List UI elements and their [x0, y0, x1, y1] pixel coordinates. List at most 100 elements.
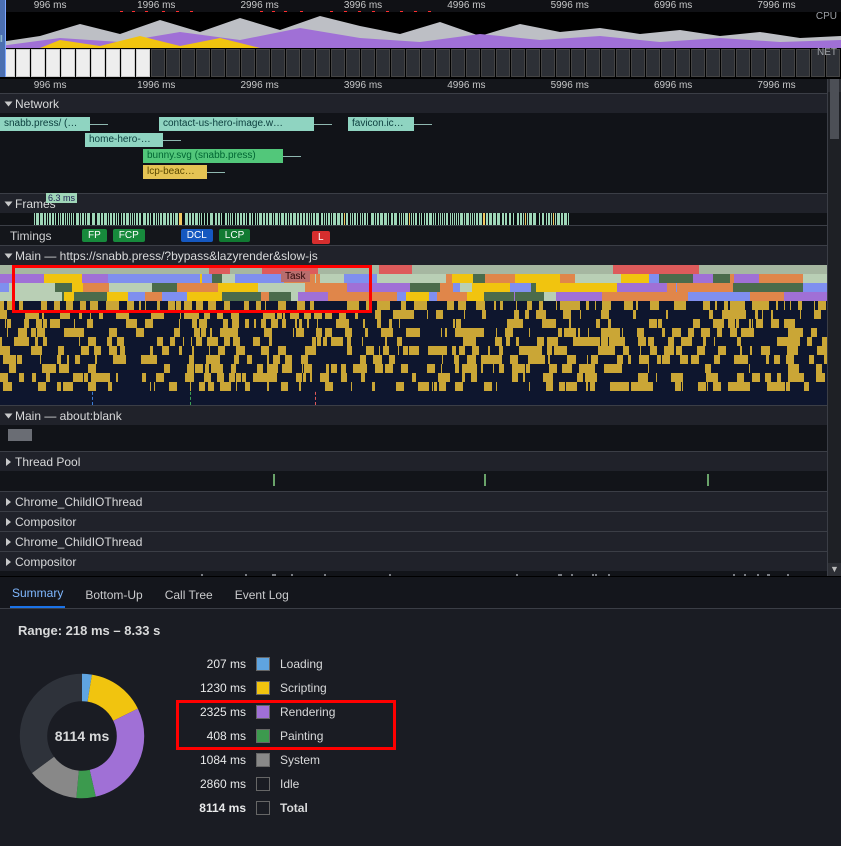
task-block[interactable]	[8, 429, 32, 441]
filmstrip-frame[interactable]	[376, 49, 390, 77]
network-lane-body[interactable]: snabb.press/ (… home-hero-… contact-us-her…	[0, 113, 827, 193]
main-blank-lane[interactable]: Main — about:blank	[0, 405, 827, 451]
thread-pool-header[interactable]: Thread Pool	[0, 451, 827, 471]
compositor-header-2[interactable]: Compositor	[0, 551, 827, 571]
filmstrip-frame[interactable]	[616, 49, 630, 77]
filmstrip-frame[interactable]	[541, 49, 555, 77]
filmstrip-frame[interactable]	[106, 49, 120, 77]
network-request-bar[interactable]: snabb.press/ (…	[0, 117, 90, 131]
filmstrip-frame[interactable]	[196, 49, 210, 77]
filmstrip-frame[interactable]	[151, 49, 165, 77]
filmstrip-frame[interactable]	[571, 49, 585, 77]
filmstrip-frame[interactable]	[556, 49, 570, 77]
filmstrip-frame[interactable]	[211, 49, 225, 77]
thread-pool-lane[interactable]: Thread Pool	[0, 451, 827, 491]
filmstrip-frame[interactable]	[751, 49, 765, 77]
filmstrip-frame[interactable]	[391, 49, 405, 77]
filmstrip-frame[interactable]	[466, 49, 480, 77]
compositor-lane-2[interactable]: Compositor	[0, 551, 827, 576]
fcp-badge[interactable]: FCP	[113, 229, 145, 242]
filmstrip-frame[interactable]	[316, 49, 330, 77]
filmstrip-frame[interactable]	[511, 49, 525, 77]
filmstrip-frame[interactable]	[421, 49, 435, 77]
tab-summary[interactable]: Summary	[10, 578, 65, 608]
timeline-panel[interactable]: 996 ms1996 ms2996 ms3996 ms4996 ms5996 m…	[0, 78, 841, 576]
filmstrip-frame[interactable]	[286, 49, 300, 77]
filmstrip-frame[interactable]	[91, 49, 105, 77]
filmstrip-frame[interactable]	[496, 49, 510, 77]
filmstrip-frame[interactable]	[31, 49, 45, 77]
legend-row-loading[interactable]: 207 msLoading	[186, 652, 335, 676]
timeline-scrollbar[interactable]: ▲ ▼	[827, 79, 841, 576]
frames-lane[interactable]: Frames 6.3 ms	[0, 193, 827, 225]
load-badge[interactable]: L	[312, 231, 330, 244]
filmstrip-frame[interactable]	[226, 49, 240, 77]
filmstrip-frame[interactable]	[406, 49, 420, 77]
main-flame-body[interactable]: Task	[0, 265, 827, 405]
scroll-thumb[interactable]	[830, 79, 839, 139]
main-blank-header[interactable]: Main — about:blank	[0, 405, 827, 425]
filmstrip-frame[interactable]	[586, 49, 600, 77]
network-request-bar[interactable]: lcp-beac…	[143, 165, 207, 179]
frames-lane-header[interactable]: Frames 6.3 ms	[0, 193, 827, 213]
child-io-lane-2[interactable]: Chrome_ChildIOThread	[0, 531, 827, 551]
compositor-header-1[interactable]: Compositor	[0, 511, 827, 531]
filmstrip-frame[interactable]	[736, 49, 750, 77]
filmstrip-frame[interactable]	[46, 49, 60, 77]
filmstrip-frame[interactable]	[136, 49, 150, 77]
filmstrip-frame[interactable]	[436, 49, 450, 77]
lcp-badge[interactable]: LCP	[219, 229, 250, 242]
network-lane-header[interactable]: Network	[0, 93, 827, 113]
filmstrip-frame[interactable]	[796, 49, 810, 77]
filmstrip-frame[interactable]	[676, 49, 690, 77]
fp-badge[interactable]: FP	[82, 229, 107, 242]
network-request-bar[interactable]: bunny.svg (snabb.press)	[143, 149, 283, 163]
network-lane[interactable]: Network snabb.press/ (… home-hero-… contac…	[0, 93, 827, 193]
tab-event-log[interactable]: Event Log	[233, 580, 291, 608]
filmstrip-frame[interactable]	[181, 49, 195, 77]
compositor-lane-1[interactable]: Compositor	[0, 511, 827, 531]
filmstrip-frame[interactable]	[166, 49, 180, 77]
child-io-lane-1[interactable]: Chrome_ChildIOThread	[0, 491, 827, 511]
tab-call-tree[interactable]: Call Tree	[163, 580, 215, 608]
overview-handle-left[interactable]	[0, 0, 6, 77]
child-io-header-1[interactable]: Chrome_ChildIOThread	[0, 491, 827, 511]
filmstrip-frame[interactable]	[646, 49, 660, 77]
filmstrip-frame[interactable]	[631, 49, 645, 77]
dcl-badge[interactable]: DCL	[181, 229, 213, 242]
overview-strip[interactable]: 996 ms1996 ms2996 ms3996 ms4996 ms5996 m…	[0, 0, 841, 78]
filmstrip-frame[interactable]	[451, 49, 465, 77]
filmstrip-frame[interactable]	[76, 49, 90, 77]
scroll-down-icon[interactable]: ▼	[828, 563, 841, 576]
filmstrip-frame[interactable]	[481, 49, 495, 77]
legend-row-idle[interactable]: 2860 msIdle	[186, 772, 335, 796]
filmstrip-frame[interactable]	[256, 49, 270, 77]
network-request-bar[interactable]: contact-us-hero-image.w…	[159, 117, 314, 131]
filmstrip-frame[interactable]	[346, 49, 360, 77]
filmstrip-frame[interactable]	[601, 49, 615, 77]
filmstrip-frame[interactable]	[331, 49, 345, 77]
filmstrip-frame[interactable]	[766, 49, 780, 77]
filmstrip-frame[interactable]	[526, 49, 540, 77]
network-request-bar[interactable]: favicon.ic…	[348, 117, 414, 131]
child-io-header-2[interactable]: Chrome_ChildIOThread	[0, 531, 827, 551]
filmstrip-frame[interactable]	[16, 49, 30, 77]
filmstrip-frame[interactable]	[781, 49, 795, 77]
filmstrip-frame[interactable]	[706, 49, 720, 77]
filmstrip-frame[interactable]	[271, 49, 285, 77]
filmstrip-frame[interactable]	[721, 49, 735, 77]
legend-row-system[interactable]: 1084 msSystem	[186, 748, 335, 772]
filmstrip-frame[interactable]	[661, 49, 675, 77]
main-flame-header[interactable]: Main — https://snabb.press/?bypass&lazyr…	[0, 245, 827, 265]
filmstrip-frame[interactable]	[121, 49, 135, 77]
filmstrip-frame[interactable]	[691, 49, 705, 77]
filmstrip-frame[interactable]	[61, 49, 75, 77]
filmstrip-frame[interactable]	[301, 49, 315, 77]
main-flame-lane[interactable]: Main — https://snabb.press/?bypass&lazyr…	[0, 245, 827, 405]
legend-row-scripting[interactable]: 1230 msScripting	[186, 676, 335, 700]
filmstrip-frame[interactable]	[361, 49, 375, 77]
filmstrip-frame[interactable]	[241, 49, 255, 77]
legend-row-total[interactable]: 8114 msTotal	[186, 796, 335, 820]
network-request-bar[interactable]: home-hero-…	[85, 133, 163, 147]
tab-bottom-up[interactable]: Bottom-Up	[83, 580, 144, 608]
